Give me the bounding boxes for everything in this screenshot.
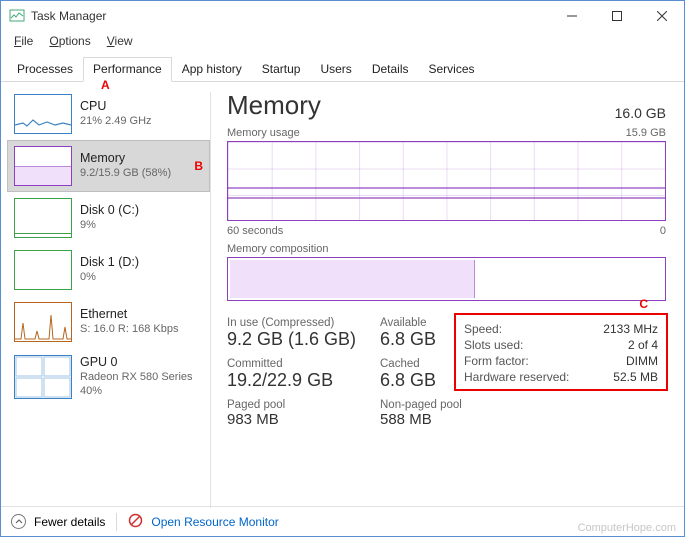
menu-options[interactable]: Options [42,31,97,51]
title-bar: Task Manager [1,1,684,31]
annotation-b: B [194,159,203,173]
speed-value: 2133 MHz [603,322,658,336]
side-cpu-name: CPU [80,99,152,115]
nonpaged-label: Non-paged pool [380,399,470,411]
side-memory-name: Memory [80,151,171,167]
side-eth-sub: S: 16.0 R: 168 Kbps [80,323,178,337]
usage-chart[interactable] [227,141,666,221]
ethernet-thumb [14,302,72,342]
tab-processes[interactable]: Processes [7,57,83,82]
tab-users[interactable]: Users [310,57,361,82]
speed-key: Speed: [464,322,502,336]
close-button[interactable] [639,1,684,31]
side-disk0-sub: 9% [80,219,139,233]
tab-startup[interactable]: Startup [252,57,311,82]
committed-value: 19.2/22.9 GB [227,370,372,391]
side-ethernet[interactable]: EthernetS: 16.0 R: 168 Kbps [7,296,210,348]
tab-apphistory[interactable]: App history [172,57,252,82]
sidebar: CPU21% 2.49 GHz Memory9.2/15.9 GB (58%) … [1,82,210,514]
maximize-button[interactable] [594,1,639,31]
side-memory[interactable]: Memory9.2/15.9 GB (58%) B [7,140,210,192]
gpu-thumb [14,355,72,399]
disk0-thumb [14,198,72,238]
side-cpu-sub: 21% 2.49 GHz [80,115,152,129]
inuse-label: In use (Compressed) [227,317,372,329]
paged-label: Paged pool [227,399,372,411]
side-disk0[interactable]: Disk 0 (C:)9% [7,192,210,244]
side-memory-sub: 9.2/15.9 GB (58%) [80,167,171,181]
side-disk1-sub: 0% [80,271,139,285]
detail-panel: Memory 16.0 GB Memory usage 15.9 GB 60 se… [215,82,684,514]
annotation-c: C [639,297,648,311]
nonpaged-value: 588 MB [380,411,470,428]
side-eth-name: Ethernet [80,307,178,323]
spec-box: Speed: 2133 MHz Slots used: 2 of 4 Form fa… [454,313,668,391]
side-cpu[interactable]: CPU21% 2.49 GHz [7,88,210,140]
content-area: CPU21% 2.49 GHz Memory9.2/15.9 GB (58%) … [1,82,684,514]
side-gpu-name: GPU 0 [80,355,193,371]
stats-area: In use (Compressed)9.2 GB (1.6 GB) Commi… [227,317,666,428]
side-gpu-sub: Radeon RX 580 Series 40% [80,371,193,399]
side-gpu[interactable]: GPU 0Radeon RX 580 Series 40% [7,348,210,406]
chevron-up-icon[interactable] [11,514,26,529]
side-disk0-name: Disk 0 (C:) [80,203,139,219]
tab-performance[interactable]: Performance [83,57,172,82]
disk1-thumb [14,250,72,290]
app-icon [9,8,25,24]
menu-bar: File Options View [1,31,684,54]
vertical-divider [210,92,211,508]
composition-chart[interactable] [227,257,666,301]
watermark: ComputerHope.com [578,522,676,534]
slots-key: Slots used: [464,338,523,352]
form-value: DIMM [626,354,658,368]
annotation-a: A [101,78,110,92]
tab-bar: Processes Performance App history Startu… [1,56,684,82]
side-disk1-name: Disk 1 (D:) [80,255,139,271]
open-resource-monitor-link[interactable]: Open Resource Monitor [151,515,278,529]
side-disk1[interactable]: Disk 1 (D:)0% [7,244,210,296]
usage-right: 15.9 GB [626,127,666,139]
inuse-value: 9.2 GB (1.6 GB) [227,329,372,350]
form-key: Form factor: [464,354,529,368]
comp-label: Memory composition [227,243,328,255]
paged-value: 983 MB [227,411,372,428]
axis-left: 60 seconds [227,225,283,237]
axis-right: 0 [660,225,666,237]
resource-monitor-icon[interactable] [128,513,143,531]
hw-key: Hardware reserved: [464,370,569,384]
tab-details[interactable]: Details [362,57,419,82]
memory-thumb [14,146,72,186]
menu-file[interactable]: File [7,31,40,51]
capacity-value: 16.0 GB [615,105,666,121]
fewer-details-link[interactable]: Fewer details [34,515,105,529]
tab-services[interactable]: Services [419,57,485,82]
committed-label: Committed [227,358,372,370]
hw-value: 52.5 MB [613,370,658,384]
window-title: Task Manager [31,9,106,23]
minimize-button[interactable] [549,1,594,31]
menu-view[interactable]: View [100,31,140,51]
cpu-thumb [14,94,72,134]
page-title: Memory [227,90,321,121]
slots-value: 2 of 4 [628,338,658,352]
usage-label: Memory usage [227,127,300,139]
